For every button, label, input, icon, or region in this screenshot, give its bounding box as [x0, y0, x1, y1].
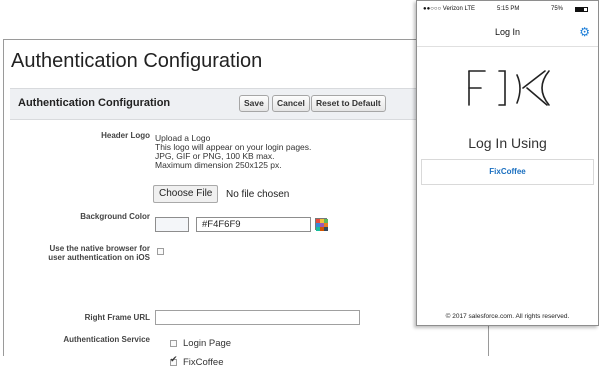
status-bar: ●●○○○ Verizon LTE 5:15 PM 75% [417, 6, 598, 16]
login-page-checkbox[interactable] [170, 340, 177, 347]
carrier-text: ●●○○○ Verizon LTE [423, 6, 476, 12]
status-battery-text: 75% [551, 6, 564, 12]
logo-desc-line: Maximum dimension 250x125 px. [155, 160, 282, 170]
fixcoffee-login-button[interactable]: FixCoffee [421, 159, 594, 185]
background-color-label: Background Color [80, 212, 150, 221]
color-picker-icon[interactable] [315, 218, 328, 231]
fixcoffee-logo [468, 70, 550, 106]
nav-bar: Log In ⚙ [417, 16, 598, 47]
login-using-heading: Log In Using [468, 135, 547, 151]
fixcoffee-checkbox[interactable] [170, 355, 178, 366]
native-browser-checkbox[interactable] [157, 248, 164, 255]
save-button[interactable]: Save [239, 95, 269, 112]
nav-title: Log In [494, 27, 521, 37]
background-color-input[interactable]: #F4F6F9 [196, 217, 311, 232]
login-page-option-label: Login Page [183, 338, 232, 349]
right-frame-url-label: Right Frame URL [84, 313, 150, 322]
status-time: 5:15 PM [497, 6, 520, 12]
right-frame-url-input[interactable] [155, 310, 360, 325]
authentication-service-label: Authentication Service [63, 335, 150, 344]
copyright-footer: © 2017 salesforce.com. All rights reserv… [445, 313, 570, 320]
reset-to-default-button[interactable]: Reset to Default [311, 95, 386, 112]
no-file-chosen-text: No file chosen [226, 189, 290, 200]
section-header: Authentication Configuration Save Cancel… [10, 88, 440, 120]
fixcoffee-option-label: FixCoffee [183, 357, 224, 368]
choose-file-button[interactable]: Choose File [153, 185, 219, 203]
page-title: Authentication Configuration [11, 50, 263, 72]
battery-icon [575, 7, 588, 12]
header-logo-label: Header Logo [101, 131, 150, 140]
native-browser-label-line2: user authentication on iOS [48, 253, 150, 262]
section-title: Authentication Configuration [18, 97, 171, 109]
gear-icon[interactable]: ⚙ [579, 25, 590, 39]
color-swatch[interactable] [155, 217, 189, 232]
cancel-button[interactable]: Cancel [272, 95, 310, 112]
phone-login-screen: ●●○○○ Verizon LTE 5:15 PM 75% Log In ⚙ L… [416, 0, 599, 326]
